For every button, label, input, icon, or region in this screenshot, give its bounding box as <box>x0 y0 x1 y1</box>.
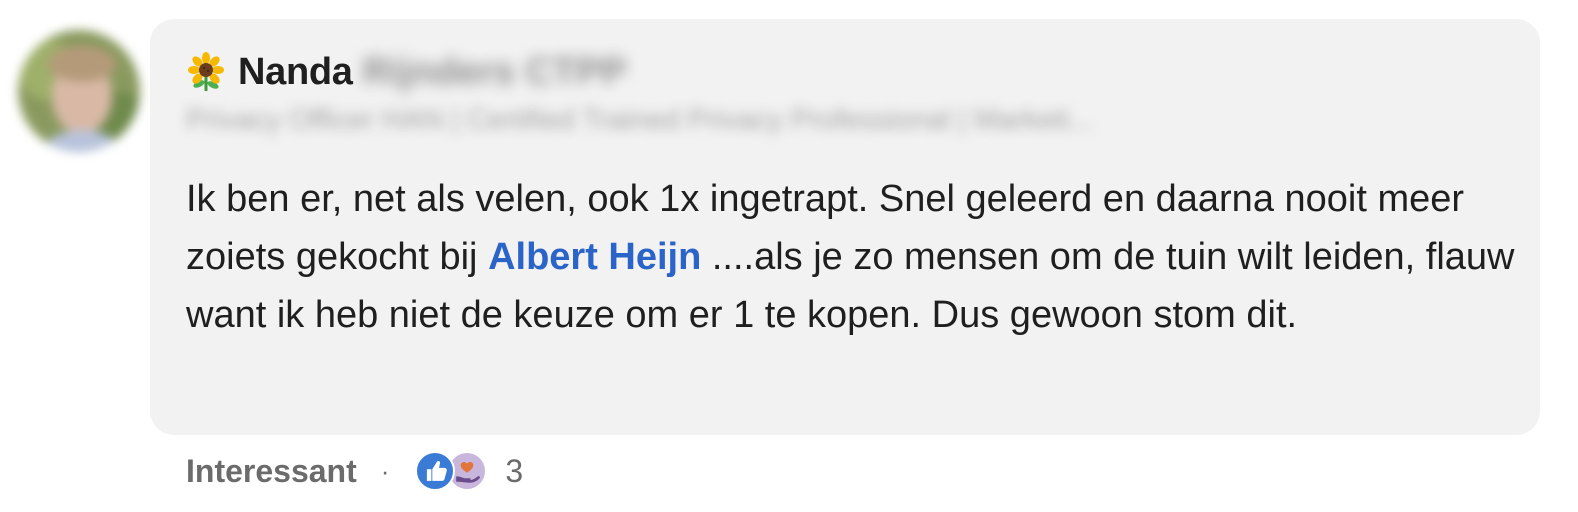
comment-item: Nanda Rijnders CTPP Privacy Officer HAN … <box>0 0 1578 512</box>
company-mention-link[interactable]: Albert Heijn <box>488 236 701 278</box>
sunflower-icon <box>186 52 226 92</box>
author-last-name[interactable]: Rijnders CTPP <box>363 51 627 94</box>
author-row: Nanda Rijnders CTPP <box>186 48 627 96</box>
separator-dot: · <box>380 455 390 486</box>
comment-text: Ik ben er, net als velen, ook 1x ingetra… <box>186 170 1516 344</box>
author-first-name[interactable]: Nanda <box>238 51 353 94</box>
author-headline: Privacy Officer HAN | Certified Trained … <box>186 104 1094 136</box>
react-button[interactable]: Interessant <box>186 453 357 490</box>
profile-photo-icon <box>18 30 140 152</box>
comment-actions: Interessant · 3 <box>186 446 523 496</box>
author-avatar[interactable] <box>18 30 140 152</box>
like-icon <box>415 451 456 491</box>
reactions-summary[interactable] <box>415 451 489 491</box>
reaction-count[interactable]: 3 <box>505 453 523 490</box>
